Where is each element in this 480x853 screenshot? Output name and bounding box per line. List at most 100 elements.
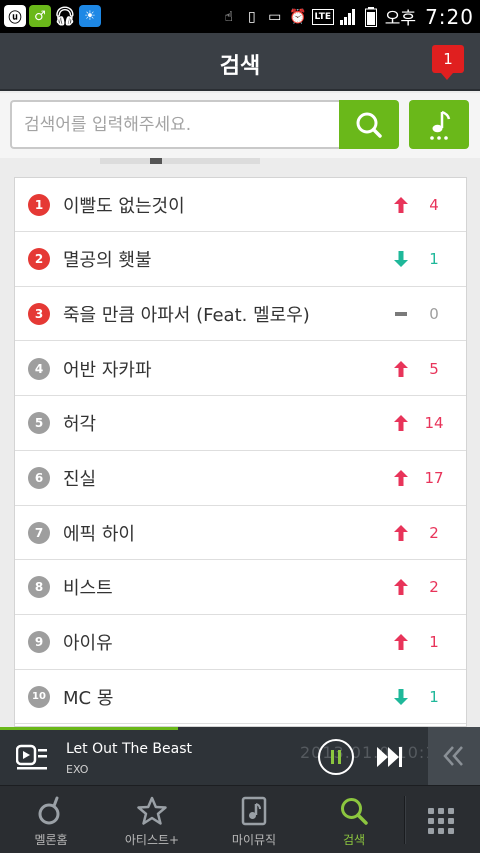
bottom-navigation: 멜론홈 아티스트+ 마이뮤직 검색	[0, 785, 480, 853]
ranking-row[interactable]: 4 어반 자카파 5	[15, 342, 466, 397]
ranking-row[interactable]: 10 MC 몽 1	[15, 670, 466, 725]
rank-number: 5	[28, 412, 50, 435]
nav-melon-home[interactable]: 멜론홈	[18, 786, 84, 853]
rank-change-value: 14	[424, 414, 444, 433]
search-icon	[356, 112, 382, 138]
headset-icon: 🎧︎	[53, 5, 77, 27]
ranking-row[interactable]: 6 진실 17	[15, 452, 466, 506]
page-title: 검색	[219, 54, 261, 79]
nav-label: 멜론홈	[34, 833, 68, 847]
ranking-row[interactable]: 5 허각 14	[15, 397, 466, 451]
rank-number: 2	[28, 248, 50, 271]
ranking-row[interactable]: 1 이빨도 없는것이 4	[15, 178, 466, 232]
nav-label: 마이뮤직	[231, 833, 277, 847]
rank-change-value: 1	[429, 250, 439, 269]
signal-icon	[339, 6, 357, 28]
collapse-player-button[interactable]	[428, 727, 480, 785]
arrow-up-icon	[393, 470, 409, 486]
next-track-icon[interactable]	[376, 744, 404, 770]
rank-change-value: 5	[429, 359, 439, 378]
melon-home-icon	[36, 796, 66, 826]
now-playing-title: Let Out The Beast	[66, 741, 193, 757]
status-ampm: 오후	[384, 9, 417, 29]
banner-edge	[100, 158, 260, 164]
ranking-row[interactable]: 7 에픽 하이 2	[15, 506, 466, 561]
pause-button[interactable]	[318, 739, 354, 775]
rank-change-value: 17	[424, 469, 444, 487]
now-playing-bar[interactable]: 2013.01.0 10:10 현 Let Out The Beast EXO	[0, 727, 480, 785]
rank-number: 10	[28, 685, 50, 708]
rank-keyword: 죽을 만큼 아파서 (Feat. 멜로우)	[63, 304, 310, 326]
search-icon	[339, 796, 369, 826]
realtime-search-ranking: 1 이빨도 없는것이 4 2 멸공의 횃불 1 3 죽을 만큼 아파서 (Feat. 멜로우)…	[14, 177, 467, 727]
star-icon	[137, 796, 167, 826]
rank-keyword: 아이유	[63, 633, 113, 655]
rank-change-value: 2	[429, 578, 439, 597]
rank-keyword: 이빨도 없는것이	[63, 195, 185, 217]
arrow-up-icon	[393, 196, 409, 213]
ranking-row[interactable]: 3 죽을 만큼 아파서 (Feat. 멜로우) 0	[15, 287, 466, 342]
notification-badge[interactable]: 1	[432, 45, 464, 80]
rank-keyword: 허각	[63, 414, 97, 436]
status-system-icons: ☝ ▯ ▭ ⏰ LTE 오후 7:20	[220, 4, 474, 30]
arrow-up-icon	[393, 634, 409, 651]
status-time: 7:20	[425, 4, 474, 29]
arrow-down-icon	[393, 251, 409, 268]
vibrate-icon: ▭	[268, 8, 282, 25]
touch-icon: ☝	[224, 8, 234, 25]
ranking-row[interactable]: 2 멸공의 횃불 1	[15, 233, 466, 287]
rank-keyword: 진실	[63, 469, 97, 490]
search-button[interactable]	[339, 100, 399, 149]
nav-search[interactable]: 검색	[322, 786, 386, 853]
ranking-row[interactable]: 9 아이유 1	[15, 616, 466, 670]
music-recognition-button[interactable]	[409, 100, 469, 149]
ranking-row[interactable]: 8 비스트 2	[15, 561, 466, 615]
double-chevron-left-icon	[443, 746, 463, 766]
rank-keyword: 어반 자카파	[63, 359, 152, 381]
rank-number: 7	[28, 521, 50, 544]
rank-keyword: MC 몽	[63, 687, 114, 709]
arrow-up-icon	[393, 579, 409, 596]
lte-icon: LTE	[311, 8, 334, 25]
nav-my-music[interactable]: 마이뮤직	[218, 786, 290, 853]
nav-artist-plus[interactable]: 아티스트+	[112, 786, 192, 853]
arrow-up-icon	[393, 415, 409, 432]
my-music-icon	[239, 796, 269, 826]
playback-progress	[0, 727, 178, 730]
rank-number: 1	[28, 193, 50, 216]
rank-change-value: 1	[429, 687, 439, 706]
rank-number: 8	[28, 576, 50, 599]
rank-change-value: 1	[429, 633, 439, 652]
title-bar: 검색 1	[0, 33, 480, 91]
phone-icon: ▯	[247, 8, 256, 25]
rank-keyword: 에픽 하이	[63, 523, 135, 545]
rank-change-value: 0	[429, 304, 439, 323]
nav-divider	[404, 796, 406, 844]
rank-change-value: 4	[429, 195, 439, 214]
rank-number: 9	[28, 631, 50, 654]
rank-change-value: 2	[429, 523, 439, 542]
battery-icon	[362, 6, 380, 28]
dash-icon	[393, 306, 409, 322]
playlist-icon[interactable]	[16, 743, 48, 771]
rank-number: 6	[28, 467, 50, 489]
brightness-icon: ☀	[79, 5, 101, 27]
status-bar: ⓤ ♂ 🎧︎ ☀ ☝ ▯ ▭ ⏰ LTE 오후 7:20	[0, 0, 480, 33]
nav-label: 검색	[342, 833, 366, 847]
rank-keyword: 비스트	[63, 578, 113, 600]
rank-number: 4	[28, 357, 50, 380]
nav-label: 아티스트+	[124, 833, 180, 847]
music-note-icon	[430, 110, 451, 140]
pause-icon	[331, 750, 341, 764]
search-input[interactable]	[10, 100, 342, 149]
arrow-up-icon	[393, 524, 409, 541]
now-playing-artist: EXO	[66, 763, 89, 776]
rank-keyword: 멸공의 횃불	[63, 250, 152, 272]
arrow-down-icon	[393, 688, 409, 705]
app-notification-icon: ⓤ	[4, 5, 26, 27]
rank-number: 3	[28, 302, 50, 325]
grid-menu-icon[interactable]	[428, 808, 454, 834]
arrow-up-icon	[393, 360, 409, 377]
status-notification-icons: ⓤ ♂ 🎧︎ ☀	[4, 5, 101, 27]
search-bar	[0, 93, 480, 158]
